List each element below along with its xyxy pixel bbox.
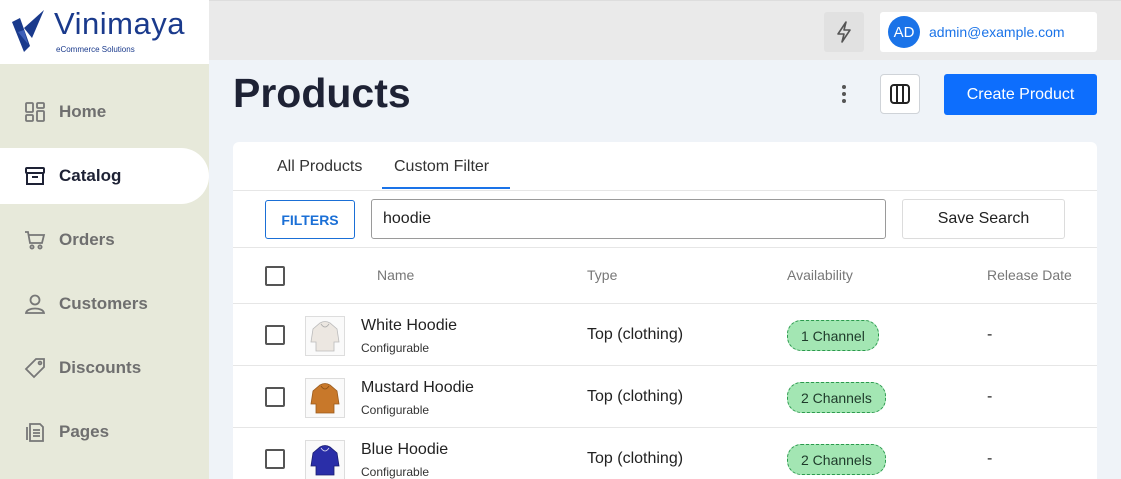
filters-button[interactable]: FILTERS	[265, 200, 355, 239]
product-variant: Configurable	[361, 403, 430, 417]
box-icon	[24, 165, 46, 187]
row-checkbox[interactable]	[265, 387, 285, 407]
tab-all-products[interactable]: All Products	[277, 158, 362, 176]
active-tab-indicator	[382, 187, 510, 189]
product-name[interactable]: Blue Hoodie	[361, 441, 448, 459]
product-type: Top (clothing)	[587, 326, 684, 343]
row-checkbox[interactable]	[265, 449, 285, 469]
brand-logo[interactable]: Vinimaya eCommerce Solutions	[0, 0, 209, 64]
sidebar: Vinimaya eCommerce Solutions Home Catalo…	[0, 0, 209, 479]
tag-icon	[24, 357, 46, 379]
table-row[interactable]: Blue Hoodie Configurable Top (clothing) …	[233, 428, 1097, 479]
availability-badge: 2 Channels	[787, 382, 886, 413]
user-icon	[24, 293, 46, 315]
sidebar-item-label: Catalog	[59, 166, 122, 185]
columns-picker-button[interactable]	[880, 74, 920, 114]
sidebar-item-label: Orders	[59, 230, 115, 249]
topbar: AD admin@example.com	[209, 0, 1121, 60]
release-date: -	[987, 450, 993, 467]
product-thumbnail	[305, 440, 345, 479]
product-name[interactable]: Mustard Hoodie	[361, 379, 474, 397]
column-header-availability[interactable]: Availability	[787, 267, 853, 283]
availability-badge: 1 Channel	[787, 320, 879, 351]
table-header: Name Type Availability Release Date	[233, 248, 1097, 304]
hoodie-icon	[310, 383, 340, 414]
tab-custom-filter[interactable]: Custom Filter	[394, 158, 489, 176]
brand-name: Vinimaya	[54, 6, 185, 41]
user-email: admin@example.com	[929, 24, 1065, 40]
filter-toolbar: FILTERS Save Search	[233, 191, 1097, 248]
column-header-release-date[interactable]: Release Date	[987, 267, 1072, 283]
brand-tagline: eCommerce Solutions	[56, 45, 135, 54]
sidebar-item-customers[interactable]: Customers	[0, 276, 209, 332]
more-options-button[interactable]	[832, 82, 856, 106]
table-row[interactable]: White Hoodie Configurable Top (clothing)…	[233, 304, 1097, 366]
search-input[interactable]	[371, 199, 886, 239]
release-date: -	[987, 388, 993, 405]
vinimaya-logo-icon	[12, 10, 44, 52]
product-name[interactable]: White Hoodie	[361, 317, 457, 335]
avatar: AD	[888, 16, 920, 48]
sidebar-item-discounts[interactable]: Discounts	[0, 340, 209, 396]
sidebar-item-label: Home	[59, 102, 107, 121]
cart-icon	[24, 229, 46, 251]
kebab-icon	[842, 85, 846, 103]
product-type: Top (clothing)	[587, 450, 684, 467]
save-search-button[interactable]: Save Search	[902, 199, 1065, 239]
grid-icon	[24, 101, 46, 123]
bolt-icon	[837, 21, 851, 43]
row-checkbox[interactable]	[265, 325, 285, 345]
sidebar-item-label: Discounts	[59, 358, 142, 377]
sidebar-item-home[interactable]: Home	[0, 84, 209, 140]
page-title: Products	[233, 70, 411, 116]
sidebar-item-label: Customers	[59, 294, 148, 313]
product-thumbnail	[305, 316, 345, 356]
columns-icon	[890, 84, 910, 104]
product-type: Top (clothing)	[587, 388, 684, 405]
availability-badge: 2 Channels	[787, 444, 886, 475]
release-date: -	[987, 326, 993, 343]
document-icon	[24, 421, 46, 443]
products-card: All Products Custom Filter FILTERS Save …	[233, 142, 1097, 479]
product-variant: Configurable	[361, 341, 430, 355]
product-variant: Configurable	[361, 465, 430, 479]
table-row[interactable]: Mustard Hoodie Configurable Top (clothin…	[233, 366, 1097, 428]
tab-bar: All Products Custom Filter	[233, 142, 1097, 191]
column-header-type[interactable]: Type	[587, 267, 617, 283]
product-thumbnail	[305, 378, 345, 418]
quick-actions-button[interactable]	[824, 12, 864, 52]
sidebar-item-orders[interactable]: Orders	[0, 212, 209, 268]
column-header-name[interactable]: Name	[377, 267, 414, 283]
create-product-button[interactable]: Create Product	[944, 74, 1097, 115]
user-menu[interactable]: AD admin@example.com	[880, 12, 1097, 52]
sidebar-item-catalog[interactable]: Catalog	[0, 148, 209, 204]
hoodie-icon	[310, 445, 340, 476]
hoodie-icon	[310, 321, 340, 352]
select-all-checkbox[interactable]	[265, 266, 285, 286]
sidebar-item-label: Pages	[59, 422, 110, 441]
sidebar-item-pages[interactable]: Pages	[0, 404, 209, 460]
